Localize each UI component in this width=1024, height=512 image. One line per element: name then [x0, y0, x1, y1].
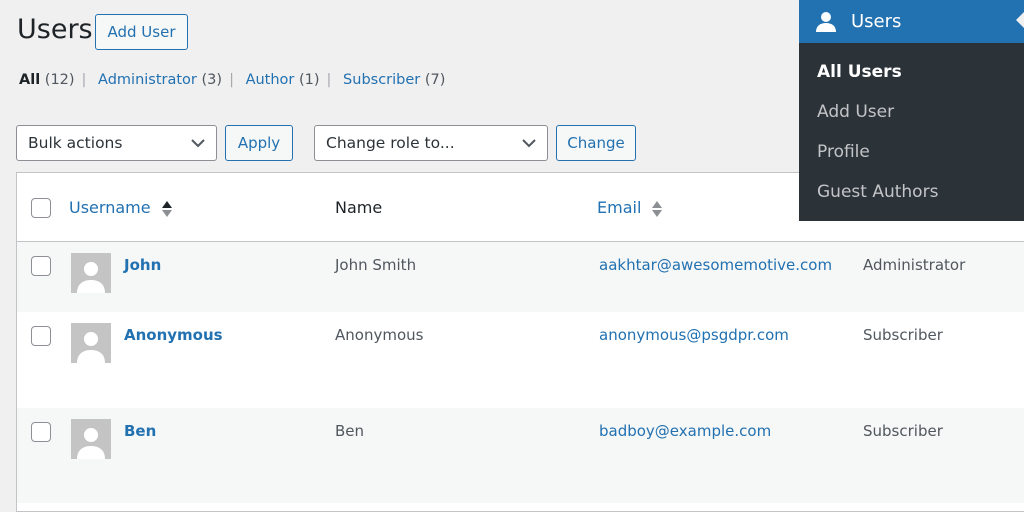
table-row: John John Smith aakhtar@awesomemotive.co…: [17, 242, 1024, 312]
filter-all[interactable]: All: [19, 72, 40, 88]
submenu-guest-authors[interactable]: Guest Authors: [817, 182, 938, 202]
submenu-all-users[interactable]: All Users: [817, 62, 902, 82]
table-row: Anonymous Anonymous anonymous@psgdpr.com…: [17, 312, 1024, 408]
change-button[interactable]: Change: [556, 125, 636, 161]
column-username[interactable]: Username: [69, 198, 172, 218]
users-submenu-flyout: Users All Users Add User Profile Guest A…: [799, 0, 1024, 221]
username-link[interactable]: Ben: [124, 422, 156, 440]
select-all-checkbox[interactable]: [31, 198, 51, 218]
bulk-actions-value: Bulk actions: [28, 134, 123, 152]
user-email[interactable]: badboy@example.com: [599, 422, 771, 440]
avatar: [71, 323, 111, 363]
user-name: John Smith: [335, 256, 417, 274]
apply-button[interactable]: Apply: [225, 125, 293, 161]
user-role: Administrator: [863, 256, 966, 274]
bulk-actions-select[interactable]: Bulk actions: [16, 125, 217, 161]
user-email[interactable]: aakhtar@awesomemotive.com: [599, 256, 832, 274]
chevron-down-icon: [191, 139, 205, 148]
change-role-value: Change role to...: [326, 134, 455, 152]
username-link[interactable]: John: [124, 256, 161, 274]
user-name: Ben: [335, 422, 365, 440]
row-checkbox[interactable]: [31, 256, 51, 276]
row-checkbox[interactable]: [31, 422, 51, 442]
change-role-select[interactable]: Change role to...: [314, 125, 548, 161]
sort-icon: [161, 200, 172, 217]
user-email[interactable]: anonymous@psgdpr.com: [599, 326, 789, 344]
submenu-add-user[interactable]: Add User: [817, 102, 894, 122]
submenu-profile[interactable]: Profile: [817, 142, 870, 162]
current-menu-arrow: [1016, 12, 1024, 28]
user-role: Subscriber: [863, 422, 943, 440]
add-user-button[interactable]: Add User: [95, 14, 188, 50]
column-username-label: Username: [69, 198, 151, 217]
menu-users[interactable]: Users: [799, 0, 1024, 43]
row-checkbox[interactable]: [31, 326, 51, 346]
filter-author[interactable]: Author: [246, 72, 295, 88]
filter-administrator[interactable]: Administrator: [98, 72, 197, 88]
filter-count: (3): [201, 72, 223, 88]
table-row: Ben Ben badboy@example.com Subscriber: [17, 408, 1024, 503]
user-icon: [816, 11, 836, 32]
user-role: Subscriber: [863, 326, 943, 344]
menu-users-label: Users: [851, 11, 902, 32]
avatar: [71, 419, 111, 459]
username-link[interactable]: Anonymous: [124, 326, 223, 344]
filter-count: (12): [44, 72, 75, 88]
column-name: Name: [335, 198, 383, 217]
user-name: Anonymous: [335, 326, 424, 344]
filter-subscriber[interactable]: Subscriber: [343, 72, 420, 88]
filter-count: (7): [424, 72, 446, 88]
avatar: [71, 253, 111, 293]
role-filters: All (12) | Administrator (3) | Author (1) |…: [19, 72, 446, 88]
page-title: Users: [17, 14, 93, 45]
filter-count: (1): [299, 72, 320, 88]
users-table: Username Name Email John John Smith aakh…: [16, 172, 1024, 512]
column-email-label: Email: [597, 198, 642, 217]
sort-icon: [652, 200, 663, 217]
column-email[interactable]: Email: [597, 198, 663, 218]
chevron-down-icon: [522, 139, 536, 148]
